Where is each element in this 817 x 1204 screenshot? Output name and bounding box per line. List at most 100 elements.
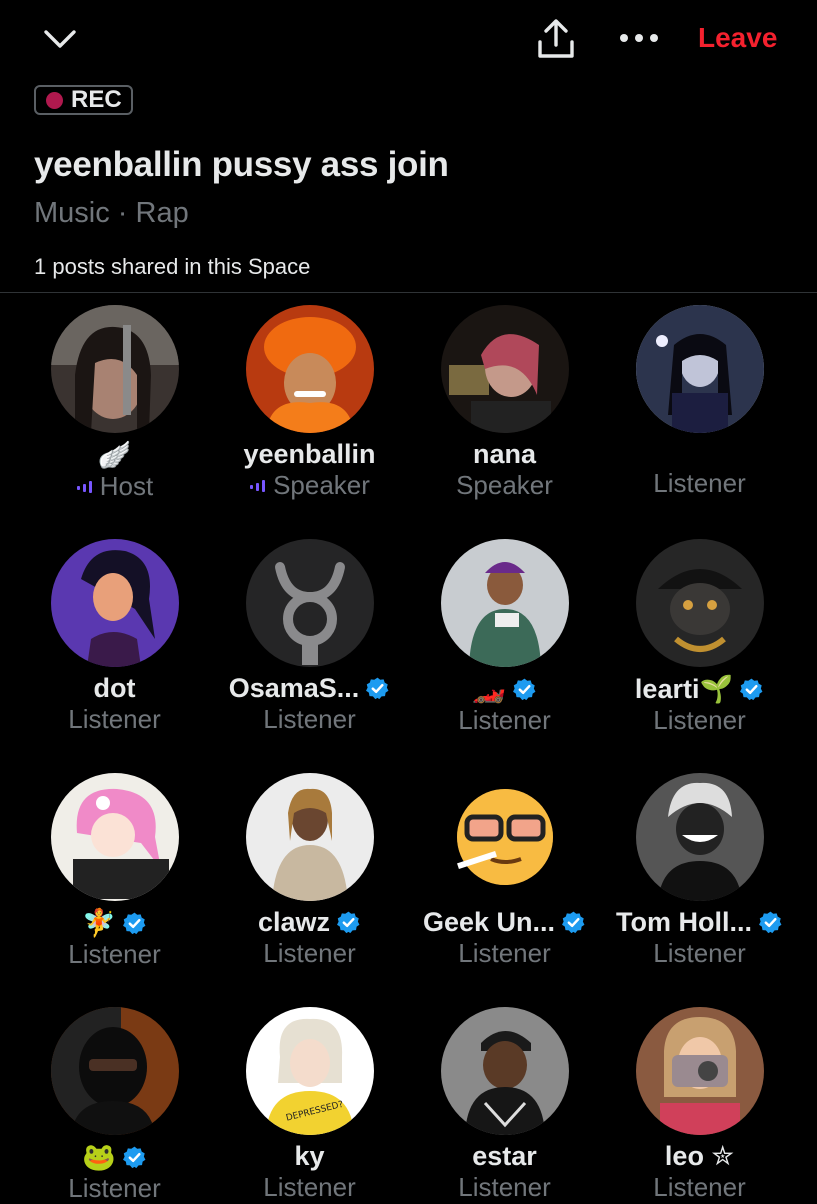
- avatar[interactable]: [635, 305, 764, 433]
- participant-name: 🧚: [82, 908, 116, 938]
- leave-button[interactable]: Leave: [698, 22, 777, 54]
- participant-card[interactable]: leo ✮ Listener: [602, 1007, 797, 1203]
- participant-card[interactable]: 🧚 Listener: [17, 773, 212, 969]
- avatar[interactable]: [440, 305, 569, 433]
- participant-card[interactable]: yeenballin Speaker: [212, 305, 407, 501]
- participant-role-row: Listener: [458, 705, 551, 736]
- participant-card[interactable]: 🏎️ Listener: [407, 539, 602, 736]
- avatar[interactable]: DEPRESSED?: [245, 1007, 374, 1135]
- participant-role: Listener: [263, 938, 356, 968]
- space-topic[interactable]: Music · Rap: [34, 197, 189, 230]
- avatar[interactable]: [440, 539, 569, 667]
- avatar-image: [245, 773, 374, 901]
- divider: [0, 292, 817, 293]
- participant-role-row: Listener: [68, 1173, 161, 1204]
- participant-role: Listener: [263, 704, 356, 734]
- participant-role: Listener: [653, 938, 746, 968]
- avatar[interactable]: [50, 305, 179, 433]
- participant-role: Listener: [653, 705, 746, 735]
- participant-name-row: Tom Holl...: [616, 907, 783, 938]
- participant-name-row: OsamaS...: [229, 673, 391, 704]
- participant-card[interactable]: 🪽 Host: [17, 305, 212, 502]
- participant-name: estar: [472, 1141, 537, 1171]
- participant-name: learti🌱: [634, 674, 734, 704]
- participant-role: Listener: [653, 1172, 746, 1202]
- participant-name: ky: [294, 1141, 325, 1171]
- avatar-image: [440, 1007, 569, 1135]
- participant-card[interactable]: Geek Un... Listener: [407, 773, 602, 968]
- participant-name-row: 🏎️: [472, 673, 537, 705]
- participant-name: nana: [472, 439, 537, 469]
- participant-role-row: Listener: [263, 938, 356, 969]
- participant-role-row: Listener: [653, 1172, 746, 1203]
- participant-name-row: ky: [294, 1141, 324, 1172]
- participant-role: Speaker: [273, 470, 370, 500]
- avatar-image: DEPRESSED?: [245, 1007, 374, 1135]
- participant-role: Listener: [653, 468, 746, 498]
- participant-card[interactable]: clawz Listener: [212, 773, 407, 969]
- avatar[interactable]: [245, 305, 374, 433]
- avatar-image: [635, 773, 764, 901]
- speaking-indicator-icon: [250, 479, 266, 492]
- avatar[interactable]: [245, 773, 374, 901]
- avatar[interactable]: [440, 1007, 569, 1135]
- participant-role: Speaker: [456, 470, 553, 500]
- more-icon[interactable]: [618, 28, 660, 48]
- verified-badge-icon: [512, 678, 536, 700]
- participant-role-row: Listener: [263, 704, 356, 735]
- participant-name: 🏎️: [472, 674, 506, 704]
- participant-role-row: Listener: [653, 468, 746, 499]
- participant-role: Listener: [68, 1173, 161, 1203]
- share-icon[interactable]: [536, 18, 576, 60]
- participant-card[interactable]: Tom Holl... Listener: [602, 773, 797, 969]
- participant-card[interactable]: 🐸 Listener: [17, 1007, 212, 1204]
- avatar[interactable]: [635, 773, 764, 901]
- participant-role-row: Listener: [458, 1172, 551, 1203]
- participant-role-row: Listener: [263, 1172, 356, 1203]
- participant-card[interactable]: DEPRESSED? ky Listener: [212, 1007, 407, 1203]
- posts-shared-link[interactable]: 1 posts shared in this Space: [34, 254, 310, 280]
- avatar[interactable]: [245, 539, 374, 667]
- participant-card[interactable]: dot Listener: [17, 539, 212, 734]
- participant-name-row: 🐸: [82, 1141, 147, 1173]
- participant-name: dot: [93, 673, 136, 703]
- participant-role: Listener: [458, 1172, 551, 1202]
- participant-name-row: leo ✮: [665, 1141, 734, 1172]
- participant-name-row: Geek Un...: [423, 907, 586, 938]
- participant-name: 🪽: [97, 440, 132, 470]
- avatar[interactable]: [635, 1007, 764, 1135]
- avatar-image: [50, 1007, 179, 1135]
- avatar-image: [50, 773, 179, 901]
- speaking-indicator-icon: [76, 480, 92, 493]
- avatar[interactable]: [440, 773, 569, 901]
- verified-badge-icon: [122, 1146, 146, 1168]
- participant-card[interactable]: learti🌱 Listener: [602, 539, 797, 736]
- chevron-down-icon[interactable]: [42, 24, 78, 54]
- participant-role: Listener: [458, 705, 551, 735]
- participant-name-row: nana: [473, 439, 536, 470]
- avatar[interactable]: [50, 539, 179, 667]
- verified-badge-icon: [366, 677, 389, 700]
- participant-role-row: Speaker: [249, 470, 370, 501]
- avatar-image: [245, 539, 374, 667]
- participant-card[interactable]: estar Listener: [407, 1007, 602, 1203]
- participant-role: Listener: [68, 704, 161, 734]
- participant-name-row: 🪽: [98, 439, 132, 471]
- participant-role-row: Listener: [653, 705, 746, 736]
- participant-card[interactable]: OsamaS... Listener: [212, 539, 407, 735]
- avatar[interactable]: [50, 773, 179, 901]
- participant-card[interactable]: Listener: [602, 305, 797, 499]
- participant-role-row: Host: [76, 471, 153, 502]
- participant-grid: 🪽 Host yeenballin Speaker nana Speaker Listene…: [17, 305, 800, 1204]
- avatar[interactable]: [635, 539, 764, 667]
- participant-role: Host: [99, 471, 154, 501]
- participant-name-row: 🧚: [82, 907, 147, 939]
- participant-name: Geek Un...: [422, 907, 556, 937]
- participant-role-row: Listener: [653, 938, 746, 969]
- participant-card[interactable]: nana Speaker: [407, 305, 602, 500]
- verified-badge-icon: [122, 912, 146, 934]
- rec-label: REC: [71, 86, 122, 113]
- verified-badge-icon: [562, 911, 585, 934]
- avatar-image: [50, 305, 179, 433]
- avatar[interactable]: [50, 1007, 179, 1135]
